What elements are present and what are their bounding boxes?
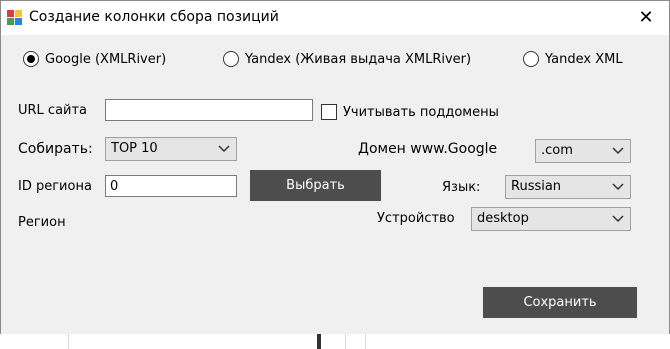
url-label: URL сайта <box>18 103 88 118</box>
window-title: Создание колонки сбора позиций <box>29 9 279 25</box>
chevron-down-icon <box>612 147 624 155</box>
chevron-down-icon <box>218 145 230 153</box>
radio-checked-icon <box>23 51 39 67</box>
radio-yandex-xml[interactable]: Yandex XML <box>523 49 623 69</box>
radio-unchecked-icon <box>523 51 539 67</box>
chevron-down-icon <box>612 183 624 191</box>
subdomains-checkbox[interactable]: Учитывать поддомены <box>321 104 499 120</box>
close-icon: ✕ <box>638 7 654 28</box>
dialog-content: Google (XMLRiver) Yandex (Живая выдача X… <box>1 35 669 334</box>
title-bar: Создание колонки сбора позиций ✕ <box>1 1 669 35</box>
language-select-value: Russian <box>511 179 562 194</box>
radio-yandex-live[interactable]: Yandex (Живая выдача XMLRiver) <box>223 49 471 69</box>
language-select[interactable]: Russian <box>505 175 631 199</box>
subdomains-label: Учитывать поддомены <box>343 104 499 120</box>
region-label: Регион <box>18 215 66 230</box>
domain-select-value: .com <box>541 143 573 158</box>
chevron-down-icon <box>612 215 624 223</box>
radio-yandex-live-label: Yandex (Живая выдача XMLRiver) <box>245 51 472 67</box>
save-button[interactable]: Сохранить <box>483 287 637 318</box>
radio-google[interactable]: Google (XMLRiver) <box>23 49 166 69</box>
radio-google-label: Google (XMLRiver) <box>45 51 167 67</box>
region-id-input[interactable]: 0 <box>105 175 237 197</box>
collect-select-value: TOP 10 <box>111 141 158 156</box>
close-button[interactable]: ✕ <box>623 1 669 35</box>
radio-yandex-xml-label: Yandex XML <box>545 51 623 67</box>
device-select-value: desktop <box>477 211 529 226</box>
collect-label: Собирать: <box>18 141 93 157</box>
dialog-window: Создание колонки сбора позиций ✕ Google … <box>0 0 670 335</box>
language-label: Язык: <box>442 180 481 195</box>
choose-region-button[interactable]: Выбрать <box>250 170 381 201</box>
background-grid <box>0 334 670 349</box>
checkbox-icon <box>321 104 337 120</box>
device-label: Устройство <box>377 211 455 226</box>
radio-unchecked-icon <box>223 51 239 67</box>
url-input[interactable] <box>105 99 313 121</box>
collect-select[interactable]: TOP 10 <box>105 137 237 161</box>
domain-select[interactable]: .com <box>535 139 631 163</box>
region-id-label: ID региона <box>18 179 92 194</box>
domain-label: Домен www.Google <box>358 141 498 157</box>
app-icon <box>7 10 23 26</box>
splitter-handle <box>317 334 321 349</box>
device-select[interactable]: desktop <box>471 207 631 231</box>
